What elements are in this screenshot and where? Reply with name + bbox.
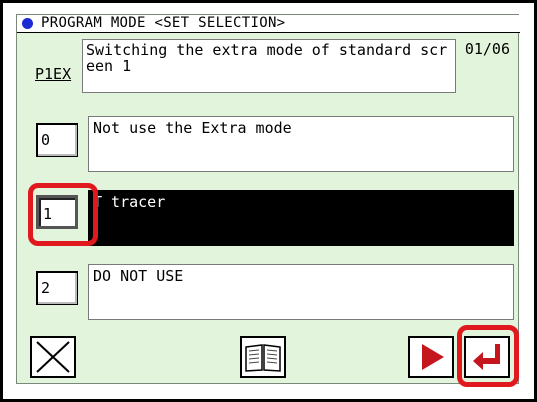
book-icon <box>245 344 281 372</box>
title-bar: PROGRAM MODE <SET SELECTION> <box>17 15 520 33</box>
option-2-button[interactable]: 2 <box>36 271 78 305</box>
page-indicator: 01/06 <box>464 40 510 58</box>
cancel-button[interactable] <box>30 336 76 378</box>
option-1-label[interactable]: T tracer <box>88 190 514 246</box>
page-title: PROGRAM MODE <SET SELECTION> <box>41 15 286 31</box>
option-1-highlight <box>28 183 98 246</box>
option-0-number: 0 <box>41 131 51 149</box>
option-2-number: 2 <box>41 279 51 297</box>
enter-button-highlight <box>457 325 519 387</box>
parameter-description: Switching the extra mode of standard scr… <box>82 39 456 93</box>
parameter-code: P1EX <box>35 65 72 83</box>
manual-button[interactable] <box>240 336 286 378</box>
close-icon <box>36 341 70 373</box>
play-icon <box>422 344 444 370</box>
option-0-button[interactable]: 0 <box>36 123 78 157</box>
status-dot-icon <box>22 18 33 29</box>
option-0-label[interactable]: Not use the Extra mode <box>88 116 514 172</box>
next-page-button[interactable] <box>408 336 454 378</box>
option-2-label[interactable]: DO NOT USE <box>88 264 514 320</box>
